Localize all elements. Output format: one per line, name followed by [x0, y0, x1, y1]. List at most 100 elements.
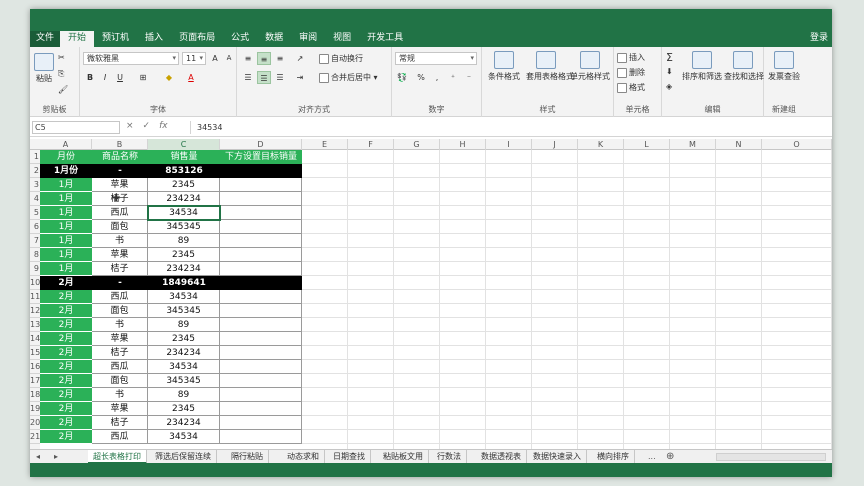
currency-icon[interactable]: 💱 — [395, 71, 409, 84]
sort-filter-button[interactable]: 排序和筛选 — [682, 51, 722, 82]
sales-cell[interactable]: 2345 — [148, 248, 220, 262]
month-cell[interactable]: 2月 — [40, 360, 92, 374]
column-header-I[interactable]: I — [486, 139, 532, 150]
month-cell[interactable]: 2月 — [40, 430, 92, 444]
merge-center-button[interactable]: 合并后居中 ▾ — [319, 72, 378, 83]
row-header[interactable]: 16 — [30, 360, 40, 374]
sheet-tab-7[interactable]: 数据透视表 — [476, 450, 527, 464]
formula-input[interactable]: 34534 — [190, 121, 828, 134]
sales-cell[interactable]: 234234 — [148, 262, 220, 276]
product-cell[interactable]: 桔子 — [92, 416, 148, 430]
subtotal-month-cell[interactable]: 2月 — [40, 276, 92, 290]
find-select-button[interactable]: 查找和选择 — [724, 51, 764, 82]
cut-icon[interactable]: ✂ — [58, 53, 65, 62]
conditional-format-button[interactable]: 条件格式 — [484, 51, 524, 82]
row-header[interactable]: 1 — [30, 150, 40, 164]
target-cell[interactable] — [220, 220, 302, 234]
copy-icon[interactable]: ⎘ — [58, 69, 64, 79]
month-cell[interactable]: 1月 — [40, 248, 92, 262]
target-cell[interactable] — [220, 234, 302, 248]
month-cell[interactable]: 2月 — [40, 346, 92, 360]
row-header[interactable]: 10 — [30, 276, 40, 290]
column-header-H[interactable]: H — [440, 139, 486, 150]
align-bottom-icon[interactable]: ≡ — [273, 52, 287, 65]
subtotal-month-cell[interactable]: 1月份 — [40, 164, 92, 178]
product-cell[interactable]: 面包 — [92, 304, 148, 318]
sheet-tab-2[interactable]: 隔行粘贴 — [226, 450, 269, 464]
font-size-select[interactable]: 11 — [182, 52, 206, 65]
month-cell[interactable]: 1月 — [40, 234, 92, 248]
target-cell[interactable] — [220, 248, 302, 262]
sheet-tab-6[interactable]: 行数法 — [432, 450, 467, 464]
row-header[interactable]: 13 — [30, 318, 40, 332]
product-cell[interactable]: 苹果 — [92, 248, 148, 262]
ribbon-tab-0[interactable]: 文件 — [30, 31, 61, 47]
add-sheet-icon[interactable]: ⊕ — [666, 450, 674, 464]
product-cell[interactable]: 西瓜 — [92, 430, 148, 444]
sales-cell[interactable]: 2345 — [148, 178, 220, 192]
column-header-M[interactable]: M — [670, 139, 716, 150]
sheet-tab-9[interactable]: 横向排序 — [592, 450, 635, 464]
month-cell[interactable]: 2月 — [40, 318, 92, 332]
row-header[interactable]: 7 — [30, 234, 40, 248]
row-header[interactable]: 5 — [30, 206, 40, 220]
target-cell[interactable] — [220, 346, 302, 360]
autosum-button[interactable]: Σ — [666, 51, 673, 64]
fill-icon[interactable]: ⬇ — [666, 67, 673, 76]
row-header[interactable]: 19 — [30, 402, 40, 416]
horizontal-scrollbar[interactable] — [716, 453, 826, 461]
target-cell[interactable] — [220, 388, 302, 402]
target-cell[interactable] — [220, 290, 302, 304]
product-cell[interactable]: 苹果 — [92, 332, 148, 346]
sales-cell[interactable]: 34534 — [148, 430, 220, 444]
target-cell[interactable] — [220, 416, 302, 430]
subtotal-product-cell[interactable]: - — [92, 164, 148, 178]
ribbon-tab-5[interactable]: 公式 — [223, 31, 257, 47]
target-cell[interactable] — [220, 192, 302, 206]
sales-cell[interactable]: 234234 — [148, 192, 220, 206]
wrap-text-button[interactable]: 自动换行 — [319, 53, 363, 64]
sheet-tab-1[interactable]: 筛选后保留连续 — [150, 450, 217, 464]
spreadsheet-grid[interactable]: ABCDEFGHIJKLMNO 1 2 3 4 5 6 7 8 9 10 11 12 13 14 15 16 1… — [30, 139, 832, 449]
month-cell[interactable]: 1月 — [40, 262, 92, 276]
product-cell[interactable]: 书 — [92, 234, 148, 248]
increase-decimal-icon[interactable]: ⁺ — [446, 71, 460, 84]
row-header[interactable]: 9 — [30, 262, 40, 276]
column-header-D[interactable]: D — [220, 139, 302, 150]
sales-cell[interactable]: 345345 — [148, 304, 220, 318]
header-cell-product[interactable]: 商品名称 — [92, 150, 148, 164]
row-header[interactable]: 8 — [30, 248, 40, 262]
align-right-icon[interactable]: ☰ — [273, 71, 287, 84]
product-cell[interactable]: 面包 — [92, 374, 148, 388]
row-header[interactable]: 18 — [30, 388, 40, 402]
product-cell[interactable]: 书 — [92, 388, 148, 402]
sales-cell[interactable]: 234234 — [148, 346, 220, 360]
decrease-decimal-icon[interactable]: ⁻ — [462, 71, 476, 84]
underline-button[interactable]: U — [113, 71, 127, 84]
indent-icon[interactable]: ⇥ — [293, 71, 307, 84]
sheet-tab-5[interactable]: 粘贴板文用 — [378, 450, 429, 464]
header-cell-month[interactable]: 月份 — [40, 150, 92, 164]
number-format-select[interactable]: 常规 — [395, 52, 477, 65]
subtotal-sales-cell[interactable]: 1849641 — [148, 276, 220, 290]
shrink-font-button[interactable]: A — [222, 52, 236, 65]
ribbon-tab-4[interactable]: 页面布局 — [171, 31, 223, 47]
row-header[interactable]: 17 — [30, 374, 40, 388]
month-cell[interactable]: 2月 — [40, 290, 92, 304]
format-cells-button[interactable]: 格式 — [617, 82, 645, 93]
sheet-tab-8[interactable]: 数据快速录入 — [528, 450, 587, 464]
target-cell[interactable] — [220, 402, 302, 416]
column-header-L[interactable]: L — [624, 139, 670, 150]
product-cell[interactable]: 苹果 — [92, 178, 148, 192]
sheet-tab-3[interactable]: 动态求和 — [282, 450, 325, 464]
column-header-C[interactable]: C — [148, 139, 220, 150]
target-cell[interactable] — [220, 360, 302, 374]
sheet-tab-0[interactable]: 超长表格打印 — [88, 450, 147, 464]
product-cell[interactable]: 桔子 — [92, 346, 148, 360]
ribbon-tab-1[interactable]: 开始 — [60, 31, 95, 47]
product-cell[interactable]: 面包 — [92, 220, 148, 234]
bold-button[interactable]: B — [83, 71, 97, 84]
align-left-icon[interactable]: ☰ — [241, 71, 255, 84]
column-header-J[interactable]: J — [532, 139, 578, 150]
target-cell[interactable] — [220, 262, 302, 276]
